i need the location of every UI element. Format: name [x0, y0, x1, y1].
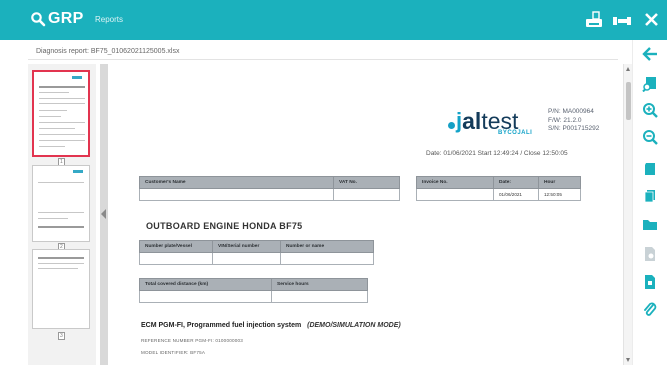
logo-byline: BYCOJALI	[498, 130, 533, 136]
close-icon[interactable]	[642, 11, 662, 29]
attachment-icon[interactable]	[642, 302, 658, 318]
table-header: Service hours	[271, 278, 368, 291]
truck-icon[interactable]	[612, 11, 632, 29]
thumbnail-page-2[interactable]	[32, 165, 90, 242]
zoom-out-icon[interactable]	[642, 129, 658, 145]
section-title: Reports	[95, 15, 124, 24]
customer-table: Customer's Name VAT No.	[139, 176, 400, 201]
table-cell	[333, 188, 400, 201]
table-cell	[139, 188, 334, 201]
ecm-system-name: ECM PGM-FI, Programmed fuel injection sy…	[141, 322, 302, 329]
top-bar: GRP Reports	[0, 0, 667, 40]
jaltest-logo: j altest BYCOJALI	[448, 108, 532, 136]
report-viewer: GRP Reports Diagnosis report: BF75_01062…	[0, 0, 667, 365]
report-date-line: Date: 01/06/2021 Start 12:49:24 / Close …	[426, 150, 568, 157]
vessel-table: Number plate/Vessel VIN/Serial number Nu…	[139, 240, 374, 265]
printer-icon[interactable]	[584, 11, 604, 29]
invoice-table: Invoice No. Date: Hour 01/06/2021 12:50:…	[416, 176, 581, 201]
part-number: P/N: MA000964	[548, 108, 594, 115]
document-search-icon[interactable]	[642, 76, 658, 92]
table-header: Total covered distance (km)	[139, 278, 272, 291]
logo-dot	[448, 122, 455, 129]
report-page: j altest BYCOJALI P/N: MA000964 F/W: 21.…	[108, 64, 623, 365]
reference-number: REFERENCE NUMBER PGM-FI: 0100000003	[141, 338, 243, 343]
folder-icon[interactable]	[642, 217, 658, 233]
save-icon[interactable]	[642, 161, 658, 177]
table-header: Invoice No.	[416, 176, 494, 189]
file-disabled-icon[interactable]	[642, 246, 658, 262]
thumbnail-page-3[interactable]	[32, 249, 90, 329]
back-arrow-icon[interactable]	[642, 46, 658, 62]
table-header: Date:	[493, 176, 539, 189]
serial-number: S/N: P001715292	[548, 125, 600, 132]
ecm-title: ECM PGM-FI, Programmed fuel injection sy…	[141, 322, 401, 329]
table-cell: 12:50:05	[538, 188, 581, 201]
table-cell	[416, 188, 494, 201]
table-cell	[271, 290, 368, 303]
table-cell	[139, 290, 272, 303]
thumbnail-panel[interactable]: 1 2 3	[28, 64, 96, 365]
app-logo-text: GRP	[48, 10, 84, 27]
scroll-up-arrow-icon[interactable]	[626, 67, 630, 71]
document-scrollbar[interactable]	[623, 64, 632, 365]
table-header: Number or name	[280, 240, 374, 253]
collapse-arrow-icon[interactable]	[101, 209, 106, 219]
export-icon[interactable]	[642, 274, 658, 290]
table-cell	[212, 252, 281, 265]
distance-table: Total covered distance (km) Service hour…	[139, 278, 368, 303]
ecm-mode: (DEMO/SIMULATION MODE)	[307, 322, 401, 329]
panel-splitter[interactable]	[100, 64, 108, 365]
scroll-down-arrow-icon[interactable]	[626, 358, 630, 362]
right-toolbar	[632, 40, 667, 365]
app-logo[interactable]: GRP	[30, 10, 84, 28]
zoom-in-icon[interactable]	[642, 102, 658, 118]
logo-word-bold: al	[462, 108, 482, 134]
engine-title: OUTBOARD ENGINE HONDA BF75	[146, 221, 303, 231]
scrollbar-thumb[interactable]	[626, 82, 631, 120]
model-identifier: MODEL IDENTIFIER: BF75A	[141, 350, 206, 355]
table-cell: 01/06/2021	[493, 188, 539, 201]
table-header: Number plate/Vessel	[139, 240, 213, 253]
device-ids: P/N: MA000964 F/W: 21.2.0 S/N: P00171529…	[548, 108, 599, 134]
thumbnail-page-number: 3	[58, 332, 65, 340]
table-header: Customer's Name	[139, 176, 334, 189]
table-header: Hour	[538, 176, 581, 189]
firmware-version: F/W: 21.2.0	[548, 116, 582, 124]
search-icon	[31, 12, 46, 27]
table-header: VAT No.	[333, 176, 400, 189]
table-header: VIN/Serial number	[212, 240, 281, 253]
thumbnail-page-1[interactable]	[32, 70, 90, 157]
document-title: Diagnosis report: BF75_01062021125005.xl…	[36, 48, 180, 55]
copy-icon[interactable]	[642, 188, 658, 204]
table-cell	[139, 252, 213, 265]
table-cell	[280, 252, 374, 265]
divider	[28, 59, 618, 60]
